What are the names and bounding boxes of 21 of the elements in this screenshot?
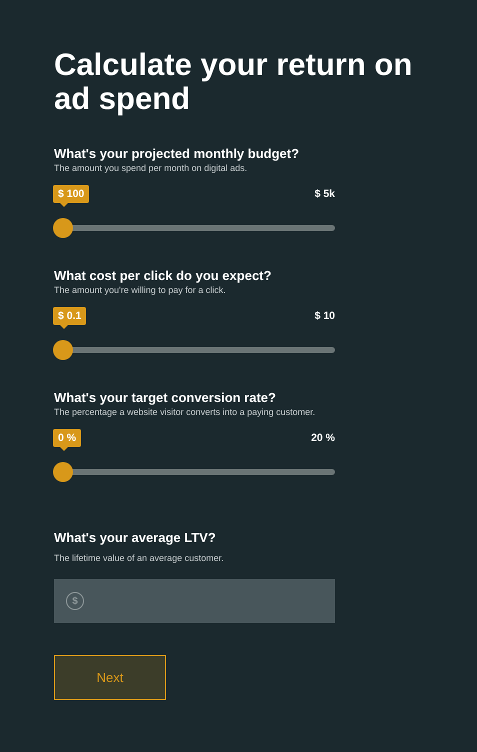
- slider[interactable]: [54, 462, 335, 482]
- slider[interactable]: [54, 340, 335, 360]
- hint-text: The lifetime value of an average customer.: [54, 552, 225, 564]
- question-label: What cost per click do you expect?: [54, 268, 272, 284]
- slider-thumb[interactable]: [53, 462, 73, 482]
- max-label: $ 5k: [314, 188, 335, 200]
- slider-thumb[interactable]: [53, 218, 73, 238]
- hint-text: The amount you're willing to pay for a click.: [54, 284, 227, 296]
- slider-thumb[interactable]: [53, 340, 73, 360]
- hint-text: The percentage a website visitor converts into a paying customer.: [54, 406, 316, 418]
- slider[interactable]: [54, 218, 335, 238]
- max-label: 20 %: [311, 432, 335, 444]
- question-label: What's your projected monthly budget?: [54, 146, 300, 162]
- max-label: $ 10: [314, 310, 335, 322]
- page-title: Calculate your return on ad spend: [54, 48, 414, 116]
- question-label: What's your average LTV?: [54, 530, 217, 546]
- question-label: What's your target conversion rate?: [54, 390, 277, 406]
- dollar-icon: $: [66, 592, 84, 610]
- next-button[interactable]: Next: [54, 655, 166, 700]
- hint-text: The amount you spend per month on digital ads.: [54, 162, 248, 174]
- ltv-input-field[interactable]: $: [54, 579, 335, 623]
